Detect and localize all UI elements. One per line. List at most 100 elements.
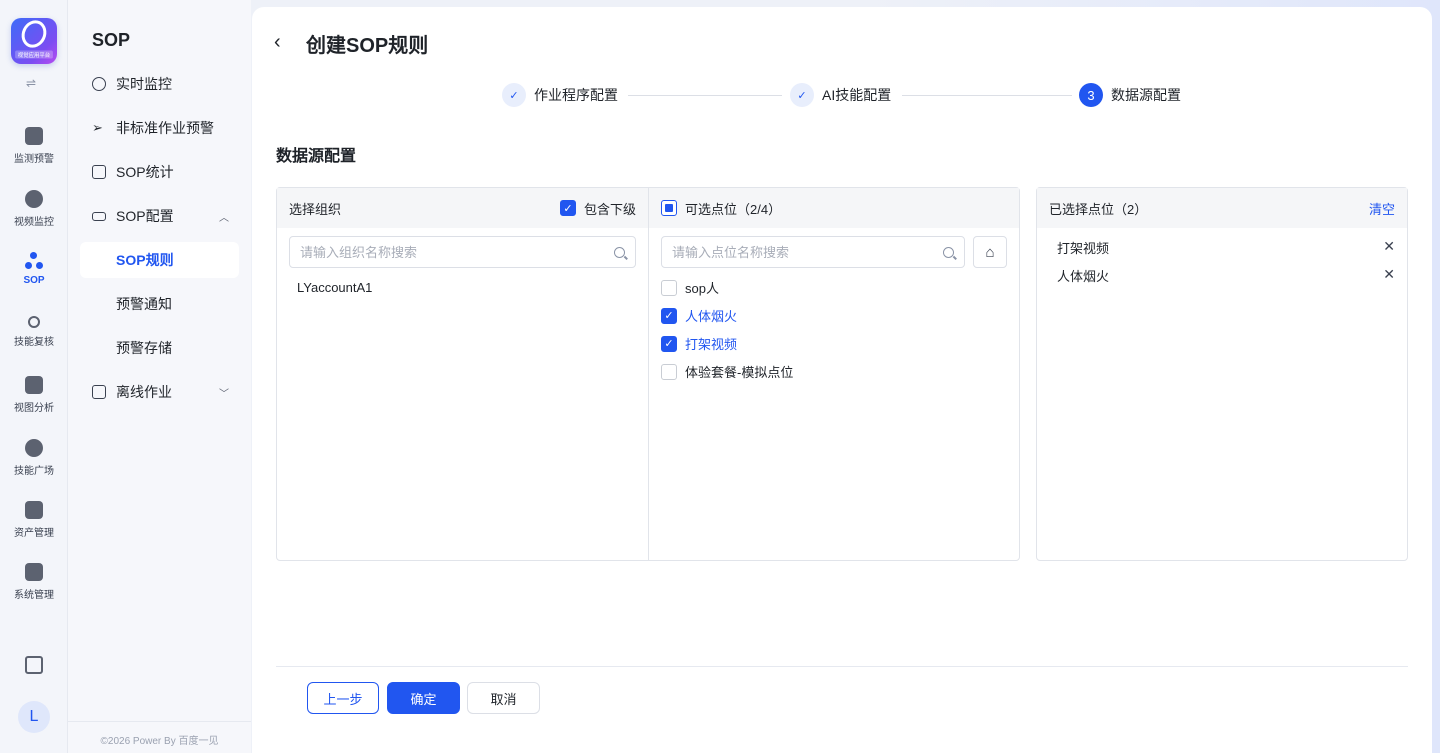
router-icon [92,211,106,221]
include-sub-checkbox[interactable]: ✓ [559,200,576,216]
list-item[interactable]: 体验套餐-模拟点位 [661,362,793,381]
rail-item-label: 视图分析 [14,403,54,414]
sidebar-item-label: SOP规则 [116,252,174,268]
org-search-input[interactable] [300,244,614,260]
org-column-title: 选择组织 [289,201,342,217]
include-sub-label: 包含下级 [583,201,636,217]
app-logo[interactable]: 视觉应用平台 [11,15,57,64]
clear-all-link[interactable]: 清空 [1369,199,1395,218]
org-search-field[interactable] [289,236,636,268]
sidebar-item-sop-config[interactable]: SOP配置 ︿ [80,198,239,234]
point-checkbox[interactable]: ✓ [661,335,677,352]
rail-item-skill-review[interactable]: 技能复核 [0,316,68,348]
points-column-header: 可选点位（2/4） [649,188,1019,228]
sidebar-item-label: SOP配置 [116,208,174,224]
tag-filter-button[interactable]: ⌂ [973,236,1007,268]
rail-item-label: 视频监控 [14,217,54,228]
sidebar-item-offline-job[interactable]: 离线作业 ﹀ [80,374,239,410]
point-search-field[interactable] [661,236,965,268]
sidebar-item-label: 预警通知 [116,296,172,312]
include-sub-toggle[interactable]: ✓ 包含下级 [559,199,636,218]
sidebar-item-warning-notice[interactable]: 预警通知 [80,286,239,322]
footer-divider [276,666,1408,667]
step-1: ✓ 作业程序配置 [502,83,618,107]
point-label: 打架视频 [685,337,738,352]
video-file-icon [92,385,106,399]
rail-item-label: 技能广场 [14,466,54,477]
org-tree-item[interactable]: LYaccountA1 [297,280,372,295]
selected-points-panel: 已选择点位（2） 清空 打架视频 ✕ 人体烟火 ✕ [1036,187,1408,561]
rail-item-system-management[interactable]: 系统管理 [0,563,68,601]
rail-item-label: 技能复核 [14,337,54,348]
selected-points-header: 已选择点位（2） 清空 [1037,188,1407,228]
search-icon[interactable] [943,246,954,258]
rail-item-video-monitor[interactable]: 视频监控 [0,190,68,228]
sidebar-item-label: 非标准作业预警 [116,120,214,136]
step-label: 作业程序配置 [534,87,618,103]
sidebar-item-warning-storage[interactable]: 预警存储 [80,330,239,366]
rail-item-asset-management[interactable]: 资产管理 [0,501,68,539]
select-all-points-checkbox[interactable] [661,200,677,216]
selected-points-title: 已选择点位（2） [1049,201,1148,217]
box-icon [25,501,43,519]
settings-panel-icon [25,563,43,581]
target-icon [28,316,40,328]
rail-item-skill-plaza[interactable]: 技能广场 [0,439,68,477]
sidebar-title: SOP [92,30,131,50]
back-arrow-icon[interactable]: ‹ [274,31,281,54]
send-icon: ➢ [92,120,103,135]
cancel-button[interactable]: 取消 [467,682,540,714]
sidebar-item-realtime-monitor[interactable]: 实时监控 [80,66,239,102]
webcam-icon [92,77,106,91]
sidebar-item-nonstandard-warning[interactable]: ➢ 非标准作业预警 [80,110,239,146]
sidebar-item-label: 离线作业 [116,384,172,400]
image-search-icon [25,376,43,394]
switch-icon[interactable]: ⇌ [26,76,36,90]
sidebar: SOP 实时监控 ➢ 非标准作业预警 SOP统计 SOP配置 ︿ SOP规则 预… [68,0,251,753]
sidebar-item-sop-rules[interactable]: SOP规则 [80,242,239,278]
close-icon[interactable]: ✕ [1383,238,1395,257]
check-icon: ✓ [790,83,814,107]
point-search-input[interactable] [672,244,943,260]
logo-ring-icon [17,15,51,52]
calendar-clock-icon[interactable] [25,656,43,674]
point-checkbox[interactable]: ✓ [661,307,677,324]
rail-item-label: SOP [23,275,45,286]
rail-item-view-analysis[interactable]: 视图分析 [0,376,68,414]
tag-icon: ⌂ [985,243,995,261]
list-item[interactable]: ✓ 打架视频 [661,334,737,353]
confirm-button[interactable]: 确定 [387,682,460,714]
point-checkbox[interactable] [661,363,677,380]
selected-point-item: 打架视频 ✕ [1057,238,1395,257]
search-icon[interactable] [614,246,625,258]
check-icon: ✓ [502,83,526,107]
prev-step-button[interactable]: 上一步 [307,682,379,714]
rail-item-label: 系统管理 [14,590,54,601]
step-label: 数据源配置 [1111,87,1181,103]
video-camera-icon [25,190,43,208]
icon-rail: 视觉应用平台 ⇌ 监测预警 视频监控 SOP 技能复核 视图分析 技能广场 资产… [0,0,68,753]
source-selector-panel: 选择组织 ✓ 包含下级 LYaccountA1 可选点位（2/4） [276,187,1020,561]
page-title: 创建SOP规则 [306,35,429,57]
rail-item-sop[interactable]: SOP [0,252,68,286]
cluster-icon [25,439,43,457]
close-icon[interactable]: ✕ [1383,266,1395,285]
avatar[interactable]: L [18,701,50,733]
sidebar-item-sop-stats[interactable]: SOP统计 [80,154,239,190]
rail-item-monitor-warning[interactable]: 监测预警 [0,127,68,165]
selected-point-label: 打架视频 [1057,241,1110,256]
point-checkbox[interactable] [661,279,677,296]
stats-chart-icon [92,165,106,179]
chevron-up-icon: ︿ [219,212,229,224]
rail-item-label: 资产管理 [14,528,54,539]
main-content: ‹ 创建SOP规则 ✓ 作业程序配置 ✓ AI技能配置 3 数据源配置 数据源配… [252,7,1432,753]
point-label: 人体烟火 [685,309,738,324]
chart-monitor-icon [25,127,43,145]
step-2: ✓ AI技能配置 [790,83,891,107]
rail-item-label: 监测预警 [14,154,54,165]
list-item[interactable]: ✓ 人体烟火 [661,306,737,325]
sop-nodes-icon [25,252,43,270]
selected-point-item: 人体烟火 ✕ [1057,266,1395,285]
list-item[interactable]: sop人 [661,278,719,297]
sidebar-item-label: 实时监控 [116,76,172,92]
